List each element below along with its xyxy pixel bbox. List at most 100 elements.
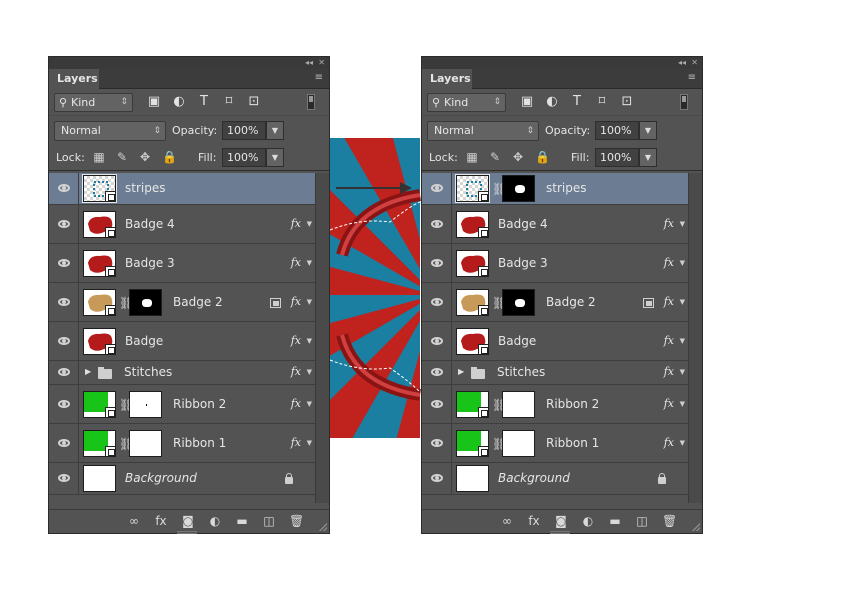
lock-transparent-icon[interactable]: ▦ xyxy=(93,151,105,163)
layer-mask-thumbnail[interactable] xyxy=(502,430,535,457)
mask-link-icon[interactable]: ⛓ xyxy=(119,437,134,451)
fx-icon[interactable]: fx xyxy=(664,334,674,347)
fx-icon[interactable]: fx xyxy=(291,295,301,308)
lock-all-icon[interactable]: 🔒 xyxy=(162,151,177,163)
fx-expand-icon[interactable]: ▼ xyxy=(680,298,685,306)
lock-position-icon[interactable]: ✥ xyxy=(139,151,151,163)
visibility-toggle[interactable] xyxy=(422,424,452,462)
visibility-toggle[interactable] xyxy=(422,205,452,243)
fx-expand-icon[interactable]: ▼ xyxy=(307,298,312,306)
layer-mask-thumbnail[interactable] xyxy=(502,175,535,202)
layer-row-badge-2[interactable]: ⛓ Badge 2 fx ▼ xyxy=(49,283,315,322)
new-adjustment-icon[interactable]: ◐ xyxy=(581,515,595,528)
layer-row-badge[interactable]: Badge fx ▼ xyxy=(422,322,688,361)
filter-toggle-switch[interactable] xyxy=(307,94,315,110)
layer-mask-thumbnail[interactable] xyxy=(129,289,162,316)
close-icon[interactable]: ✕ xyxy=(691,57,698,69)
layer-name[interactable]: Ribbon 1 xyxy=(546,436,599,450)
visibility-toggle[interactable] xyxy=(49,173,79,204)
fx-icon[interactable]: fx xyxy=(664,256,674,269)
fx-expand-icon[interactable]: ▼ xyxy=(307,400,312,408)
new-layer-icon[interactable]: ◫ xyxy=(635,515,649,528)
visibility-toggle[interactable] xyxy=(49,283,79,321)
layer-row-badge-4[interactable]: Badge 4 fx ▼ xyxy=(422,205,688,244)
visibility-toggle[interactable] xyxy=(49,361,79,384)
layer-name[interactable]: Stitches xyxy=(124,365,172,379)
panel-menu-icon[interactable]: ≡ xyxy=(315,72,323,83)
fx-expand-icon[interactable]: ▼ xyxy=(680,220,685,228)
visibility-toggle[interactable] xyxy=(49,244,79,282)
fx-icon[interactable]: fx xyxy=(664,397,674,410)
visibility-toggle[interactable] xyxy=(49,205,79,243)
layer-name[interactable]: Badge xyxy=(125,334,163,348)
mask-link-icon[interactable]: ⛓ xyxy=(119,398,134,412)
mask-link-icon[interactable]: ⛓ xyxy=(492,398,507,412)
image-filter-icon[interactable]: ▣ xyxy=(520,95,534,108)
opacity-dropdown-icon[interactable]: ▼ xyxy=(639,121,657,140)
new-group-icon[interactable]: ▬ xyxy=(608,515,622,528)
shape-filter-icon[interactable]: ⌑ xyxy=(595,95,609,108)
layer-name[interactable]: stripes xyxy=(546,181,586,195)
scrollbar[interactable] xyxy=(315,173,329,503)
layer-name[interactable]: Stitches xyxy=(497,365,545,379)
visibility-toggle[interactable] xyxy=(422,385,452,423)
layer-row-stitches[interactable]: ▶ Stitches fx ▼ xyxy=(422,361,688,385)
layer-row-ribbon-1[interactable]: ⛓ Ribbon 1 fx ▼ xyxy=(49,424,315,463)
layer-name[interactable]: Ribbon 2 xyxy=(546,397,599,411)
panel-menu-icon[interactable]: ≡ xyxy=(688,72,696,83)
fx-icon[interactable]: fx xyxy=(291,256,301,269)
add-mask-icon[interactable]: ◙ xyxy=(554,515,568,528)
layer-name[interactable]: Badge 3 xyxy=(498,256,548,270)
opacity-dropdown-icon[interactable]: ▼ xyxy=(266,121,284,140)
layer-name[interactable]: Background xyxy=(498,471,570,485)
expand-arrow-icon[interactable]: ▶ xyxy=(85,367,91,376)
fx-icon[interactable]: fx xyxy=(664,436,674,449)
layer-row-badge-4[interactable]: Badge 4 fx ▼ xyxy=(49,205,315,244)
smart-object-filter-icon[interactable]: ⊡ xyxy=(247,95,261,108)
visibility-toggle[interactable] xyxy=(422,463,452,494)
layer-row-badge[interactable]: Badge fx ▼ xyxy=(49,322,315,361)
fill-field[interactable]: 100% xyxy=(595,148,639,167)
lock-image-icon[interactable]: ✎ xyxy=(116,151,128,163)
fx-icon[interactable]: fx xyxy=(291,397,301,410)
collapse-icon[interactable]: ◂◂ xyxy=(305,57,313,69)
fx-expand-icon[interactable]: ▼ xyxy=(680,259,685,267)
filter-toggle-switch[interactable] xyxy=(680,94,688,110)
mask-link-icon[interactable]: ⛓ xyxy=(119,296,134,310)
layer-row-ribbon-2[interactable]: ⛓ Ribbon 2 fx ▼ xyxy=(49,385,315,424)
lock-image-icon[interactable]: ✎ xyxy=(489,151,501,163)
layer-row-badge-2[interactable]: ⛓ Badge 2 fx ▼ xyxy=(422,283,688,322)
layer-row-badge-3[interactable]: Badge 3 fx ▼ xyxy=(422,244,688,283)
visibility-toggle[interactable] xyxy=(422,322,452,360)
resize-grip[interactable] xyxy=(692,523,700,531)
layer-name[interactable]: Badge xyxy=(498,334,536,348)
add-style-icon[interactable]: fx xyxy=(154,515,168,528)
layer-row-stripes[interactable]: stripes xyxy=(49,173,315,205)
visibility-toggle[interactable] xyxy=(422,244,452,282)
layer-name[interactable]: Badge 4 xyxy=(498,217,548,231)
smart-object-filter-icon[interactable]: ⊡ xyxy=(620,95,634,108)
layer-mask-thumbnail[interactable] xyxy=(502,289,535,316)
delete-layer-icon[interactable]: 🗑 xyxy=(662,515,677,528)
layer-row-badge-3[interactable]: Badge 3 fx ▼ xyxy=(49,244,315,283)
fx-expand-icon[interactable]: ▼ xyxy=(680,439,685,447)
layer-row-stitches[interactable]: ▶ Stitches fx ▼ xyxy=(49,361,315,385)
new-group-icon[interactable]: ▬ xyxy=(235,515,249,528)
mask-link-icon[interactable]: ⛓ xyxy=(492,437,507,451)
fx-icon[interactable]: fx xyxy=(291,436,301,449)
layer-name[interactable]: Badge 4 xyxy=(125,217,175,231)
fx-expand-icon[interactable]: ▼ xyxy=(680,400,685,408)
fill-dropdown-icon[interactable]: ▼ xyxy=(639,148,657,167)
lock-transparent-icon[interactable]: ▦ xyxy=(466,151,478,163)
fx-expand-icon[interactable]: ▼ xyxy=(680,337,685,345)
new-layer-icon[interactable]: ◫ xyxy=(262,515,276,528)
blend-mode-select[interactable]: Normal ⇕ xyxy=(54,121,166,141)
opacity-field[interactable]: 100% xyxy=(595,121,639,140)
type-filter-icon[interactable]: T xyxy=(570,95,584,108)
visibility-toggle[interactable] xyxy=(49,463,79,494)
blend-mode-select[interactable]: Normal ⇕ xyxy=(427,121,539,141)
new-adjustment-icon[interactable]: ◐ xyxy=(208,515,222,528)
lock-all-icon[interactable]: 🔒 xyxy=(535,151,550,163)
layer-name[interactable]: Background xyxy=(125,471,197,485)
scrollbar[interactable] xyxy=(688,173,702,503)
